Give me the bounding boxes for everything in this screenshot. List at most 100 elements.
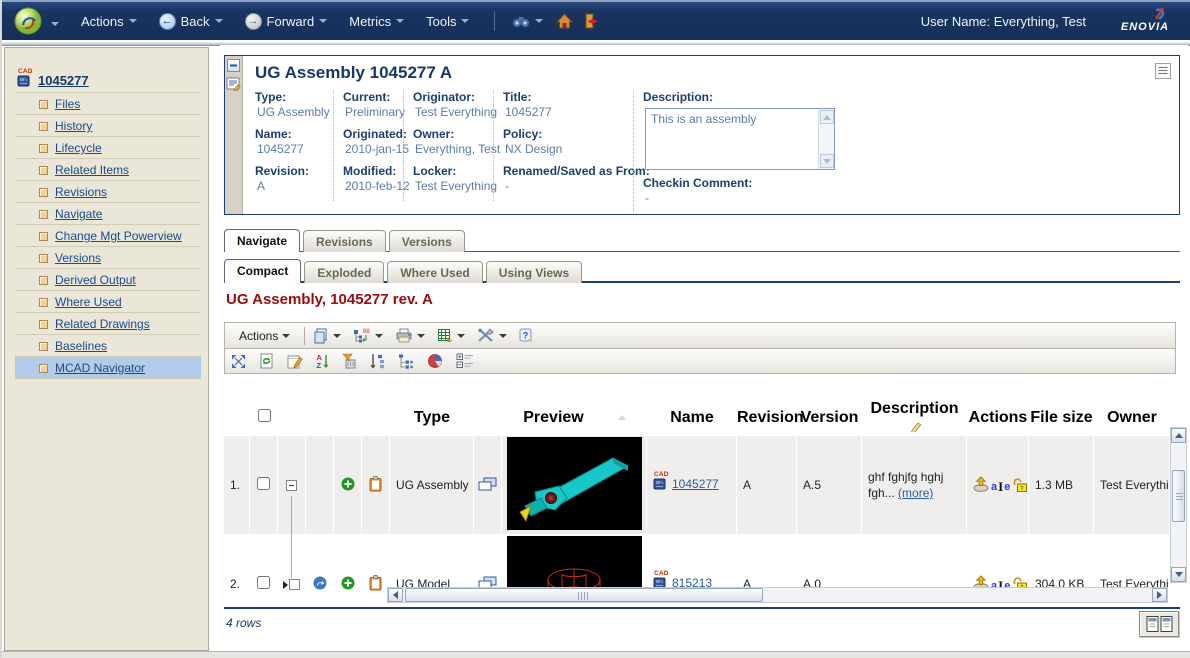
add-icon[interactable]	[341, 579, 355, 593]
header-type[interactable]: Type	[390, 400, 474, 436]
checkout-icon[interactable]	[973, 476, 989, 495]
search-icon[interactable]	[512, 15, 543, 28]
filter-icon[interactable]	[342, 353, 357, 369]
header-name[interactable]: Name	[647, 400, 737, 436]
tab-navigate[interactable]: Navigate	[224, 229, 300, 252]
scroll-up-icon[interactable]	[820, 110, 834, 124]
sidebar-item-baselines[interactable]: Baselines	[15, 335, 201, 357]
sidebar-item-history[interactable]: History	[15, 115, 201, 137]
scroll-left-icon[interactable]	[388, 588, 403, 602]
sidebar-item-change-mgt-powerview[interactable]: Change Mgt Powerview	[15, 225, 201, 247]
scroll-up-icon[interactable]	[1171, 428, 1186, 443]
menu-actions[interactable]: Actions	[81, 14, 137, 29]
sort-az-icon[interactable]: AZ	[316, 353, 329, 369]
sidebar-item-mcad-navigator[interactable]: MCAD Navigator	[15, 357, 201, 379]
description-textarea[interactable]: This is an assembly	[645, 108, 835, 170]
clipboard-icon[interactable]	[369, 481, 382, 495]
sidebar-item-related-items[interactable]: Related Items	[15, 159, 201, 181]
toolbar-divider	[304, 327, 305, 345]
scroll-down-icon[interactable]	[820, 154, 834, 168]
tab-exploded[interactable]: Exploded	[304, 261, 384, 283]
horizontal-scroll-thumb[interactable]	[405, 588, 763, 602]
properties-icon[interactable]	[226, 77, 241, 96]
row-number: 1.	[224, 436, 250, 534]
select-all-checkbox[interactable]	[258, 409, 271, 422]
unlock-icon[interactable]: T	[1012, 477, 1027, 495]
sidebar-item-navigate[interactable]: Navigate	[15, 203, 201, 225]
app-logo-icon[interactable]	[14, 7, 42, 35]
item-link[interactable]: 1045277	[672, 477, 719, 491]
logout-icon[interactable]	[584, 13, 599, 29]
home-icon[interactable]	[556, 13, 573, 29]
outline-view-icon[interactable]	[456, 353, 474, 369]
header-description[interactable]: Description	[862, 400, 967, 436]
tab-using-views[interactable]: Using Views	[486, 261, 582, 283]
sidebar-item-label: Change Mgt Powerview	[55, 229, 182, 243]
help-icon[interactable]: ?	[519, 328, 533, 343]
expand-list-icon[interactable]	[1155, 63, 1171, 84]
export-dropdown[interactable]	[457, 334, 465, 338]
menu-back[interactable]: ← Back	[159, 13, 223, 30]
rename-icon[interactable]: aIe	[991, 479, 1010, 495]
sidebar-item-revisions[interactable]: Revisions	[15, 181, 201, 203]
toggle-panels-button[interactable]	[1139, 611, 1179, 637]
sidebar-item-label: Related Drawings	[55, 317, 150, 331]
more-link[interactable]: (more)	[898, 486, 933, 500]
header-revision[interactable]: Revision	[737, 400, 797, 436]
sidebar-item-lifecycle[interactable]: Lifecycle	[15, 137, 201, 159]
structure-export-icon[interactable]: 88	[353, 328, 371, 344]
app-menu-dropdown[interactable]	[51, 14, 59, 29]
tab-revisions[interactable]: Revisions	[303, 230, 386, 252]
menu-forward[interactable]: → Forward	[245, 13, 328, 30]
tree-view-icon[interactable]	[398, 353, 414, 369]
export-table-icon[interactable]	[437, 328, 453, 343]
scroll-down-icon[interactable]	[1171, 567, 1186, 582]
header-rownum	[224, 400, 250, 436]
sidebar-item-files[interactable]: Files	[15, 93, 201, 115]
header-version[interactable]: Version	[797, 400, 862, 436]
collapse-panel-button[interactable]	[227, 59, 240, 72]
sidebar-item-related-drawings[interactable]: Related Drawings	[15, 313, 201, 335]
sidebar-root-link[interactable]: 1045277	[38, 73, 89, 88]
edit-column-icon[interactable]	[910, 421, 923, 432]
menu-metrics[interactable]: Metrics	[349, 14, 404, 29]
preview-image	[502, 436, 647, 534]
print-preview-icon[interactable]	[478, 480, 497, 494]
vertical-scroll-thumb[interactable]	[1172, 470, 1185, 522]
svg-text:Z: Z	[317, 361, 322, 369]
print-dropdown[interactable]	[417, 334, 425, 338]
collapse-node-icon[interactable]	[286, 480, 297, 491]
sidebar-item-versions[interactable]: Versions	[15, 247, 201, 269]
menu-tools[interactable]: Tools	[426, 14, 469, 29]
expand-all-icon[interactable]	[231, 354, 246, 369]
row-checkbox[interactable]	[257, 576, 270, 589]
expand-node-icon[interactable]	[283, 581, 288, 589]
tab-compact[interactable]: Compact	[224, 259, 301, 283]
header-file-size[interactable]: File size	[1029, 400, 1094, 436]
row-checkbox[interactable]	[257, 477, 270, 490]
structure-dropdown[interactable]	[375, 334, 383, 338]
scroll-right-icon[interactable]	[1152, 588, 1167, 602]
print-icon[interactable]	[395, 328, 413, 343]
sidebar-item-where-used[interactable]: Where Used	[15, 291, 201, 313]
sidebar-item-root[interactable]: CAD 1045277	[15, 68, 201, 93]
tools-dropdown[interactable]	[499, 334, 507, 338]
copy-dropdown[interactable]	[333, 334, 341, 338]
header-actions[interactable]: Actions	[967, 400, 1029, 436]
add-icon[interactable]	[341, 480, 355, 494]
tab-versions[interactable]: Versions	[389, 230, 465, 252]
tools-icon[interactable]	[477, 328, 495, 343]
sidebar-item-derived-output[interactable]: Derived Output	[15, 269, 201, 291]
header-preview[interactable]: Preview	[502, 400, 647, 436]
copy-icon[interactable]	[313, 328, 329, 344]
refresh-icon[interactable]	[259, 353, 274, 369]
node-box-icon[interactable]	[289, 579, 300, 590]
header-owner[interactable]: Owner	[1094, 400, 1170, 436]
edit-table-icon[interactable]	[287, 354, 303, 369]
clipboard-icon[interactable]	[369, 580, 382, 593]
chart-icon[interactable]	[427, 353, 443, 369]
sort-tree-icon[interactable]	[370, 353, 385, 369]
route-icon[interactable]	[313, 579, 327, 593]
actions-menu-button[interactable]: Actions	[233, 326, 296, 346]
tab-where-used[interactable]: Where Used	[387, 261, 482, 283]
